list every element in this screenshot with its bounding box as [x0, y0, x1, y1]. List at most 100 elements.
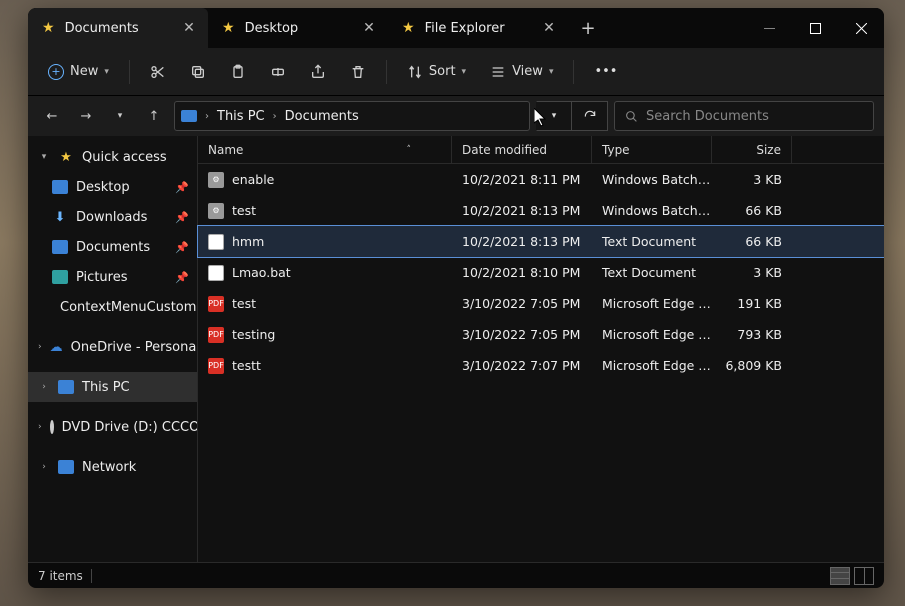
file-row[interactable]: Lmao.bat10/2/2021 8:10 PMText Document3 …	[198, 257, 884, 288]
details-view-toggle[interactable]	[830, 567, 850, 585]
file-icon: PDF	[208, 358, 224, 374]
star-icon: ★	[222, 20, 235, 36]
file-date: 10/2/2021 8:13 PM	[452, 203, 592, 218]
search-box[interactable]: Search Documents	[614, 101, 874, 131]
refresh-icon	[583, 109, 597, 123]
sidebar-item-downloads[interactable]: ⬇ Downloads 📌	[28, 202, 197, 232]
rename-button[interactable]	[260, 56, 296, 88]
file-name: enable	[232, 172, 274, 187]
column-size[interactable]: Size	[712, 136, 792, 163]
tab-strip: ★ Documents ✕ ★ Desktop ✕ ★ File Explore…	[28, 8, 746, 48]
sidebar-network[interactable]: › Network	[28, 452, 197, 482]
pin-icon: 📌	[175, 211, 189, 224]
file-row[interactable]: ⚙enable10/2/2021 8:11 PMWindows Batch Fi…	[198, 164, 884, 195]
recent-dropdown[interactable]: ▾	[106, 102, 134, 130]
tab-documents[interactable]: ★ Documents ✕	[28, 8, 208, 48]
tab-label: File Explorer	[425, 21, 530, 36]
address-history-dropdown[interactable]: ▾	[536, 101, 572, 131]
desktop-icon	[52, 180, 68, 194]
paste-button[interactable]	[220, 56, 256, 88]
file-icon: PDF	[208, 296, 224, 312]
file-type: Text Document	[592, 234, 712, 249]
tab-label: Documents	[65, 21, 170, 36]
chevron-down-icon: ▾	[462, 67, 467, 77]
chevron-right-icon: ›	[38, 422, 42, 432]
sidebar-onedrive[interactable]: › ☁ OneDrive - Personal	[28, 332, 197, 362]
pin-icon: 📌	[175, 271, 189, 284]
thumbnail-view-toggle[interactable]	[854, 567, 874, 585]
file-name: test	[232, 296, 256, 311]
sidebar-item-documents[interactable]: Documents 📌	[28, 232, 197, 262]
delete-button[interactable]	[340, 56, 376, 88]
file-listing: Name ˄ Date modified Type Size ⚙enable10…	[198, 136, 884, 562]
address-controls: ▾	[536, 101, 608, 131]
tab-desktop[interactable]: ★ Desktop ✕	[208, 8, 388, 48]
close-button[interactable]	[838, 8, 884, 48]
plus-icon: +	[48, 64, 64, 80]
sidebar-label: Downloads	[76, 210, 147, 225]
back-button[interactable]: ←	[38, 102, 66, 130]
cut-button[interactable]	[140, 56, 176, 88]
network-icon	[58, 460, 74, 474]
pin-icon: 📌	[175, 181, 189, 194]
column-date[interactable]: Date modified	[452, 136, 592, 163]
body: ▾ ★ Quick access Desktop 📌 ⬇ Downloads 📌…	[28, 136, 884, 562]
sort-button[interactable]: Sort ▾	[397, 56, 476, 88]
copy-button[interactable]	[180, 56, 216, 88]
close-tab-icon[interactable]: ✕	[180, 20, 198, 36]
close-tab-icon[interactable]: ✕	[360, 20, 378, 36]
file-row[interactable]: hmm10/2/2021 8:13 PMText Document66 KB	[198, 226, 884, 257]
sidebar-item-desktop[interactable]: Desktop 📌	[28, 172, 197, 202]
file-row[interactable]: PDFtest3/10/2022 7:05 PMMicrosoft Edge P…	[198, 288, 884, 319]
toolbar: + New ▾ Sort ▾ View	[28, 48, 884, 96]
file-date: 10/2/2021 8:10 PM	[452, 265, 592, 280]
column-type[interactable]: Type	[592, 136, 712, 163]
sidebar-quick-access[interactable]: ▾ ★ Quick access	[28, 142, 197, 172]
file-icon: ⚙	[208, 203, 224, 219]
forward-button[interactable]: →	[72, 102, 100, 130]
rename-icon	[270, 64, 286, 80]
file-size: 66 KB	[712, 203, 792, 218]
file-name: Lmao.bat	[232, 265, 291, 280]
file-name: hmm	[232, 234, 264, 249]
new-tab-button[interactable]: +	[568, 8, 608, 48]
up-button[interactable]: ↑	[140, 102, 168, 130]
navigation-row: ← → ▾ ↑ › This PC › Documents ▾ Search D…	[28, 96, 884, 136]
tab-file-explorer[interactable]: ★ File Explorer ✕	[388, 8, 568, 48]
view-button[interactable]: View ▾	[480, 56, 563, 88]
sidebar-dvd[interactable]: › DVD Drive (D:) CCCOMA_X64FRE	[28, 412, 197, 442]
file-type: Microsoft Edge P...	[592, 327, 712, 342]
refresh-button[interactable]	[572, 101, 608, 131]
chevron-right-icon: ›	[38, 382, 50, 392]
file-name: testing	[232, 327, 275, 342]
file-row[interactable]: ⚙test10/2/2021 8:13 PMWindows Batch File…	[198, 195, 884, 226]
share-button[interactable]	[300, 56, 336, 88]
address-bar[interactable]: › This PC › Documents	[174, 101, 530, 131]
sidebar-label: DVD Drive (D:) CCCOMA_X64FRE	[62, 420, 198, 435]
sidebar-label: Network	[82, 460, 136, 475]
close-tab-icon[interactable]: ✕	[540, 20, 558, 36]
minimize-button[interactable]	[746, 8, 792, 48]
sidebar-label: Documents	[76, 240, 150, 255]
file-row[interactable]: PDFtesting3/10/2022 7:05 PMMicrosoft Edg…	[198, 319, 884, 350]
column-name[interactable]: Name ˄	[198, 136, 452, 163]
sort-label: Sort	[429, 64, 456, 79]
new-button[interactable]: + New ▾	[38, 56, 119, 88]
sidebar-label: This PC	[82, 380, 130, 395]
file-date: 10/2/2021 8:13 PM	[452, 234, 592, 249]
sidebar-item-pictures[interactable]: Pictures 📌	[28, 262, 197, 292]
pictures-icon	[52, 270, 68, 284]
sidebar-this-pc[interactable]: › This PC	[28, 372, 197, 402]
breadcrumb-this-pc[interactable]: This PC	[217, 109, 265, 124]
sidebar: ▾ ★ Quick access Desktop 📌 ⬇ Downloads 📌…	[28, 136, 198, 562]
breadcrumb-documents[interactable]: Documents	[285, 109, 359, 124]
chevron-down-icon: ▾	[38, 152, 50, 162]
sidebar-item-contextmenu[interactable]: ContextMenuCustomizations	[28, 292, 197, 322]
more-button[interactable]: •••	[584, 56, 627, 88]
column-headers: Name ˄ Date modified Type Size	[198, 136, 884, 164]
pin-icon: 📌	[175, 241, 189, 254]
maximize-button[interactable]	[792, 8, 838, 48]
sidebar-label: Desktop	[76, 180, 130, 195]
sidebar-label: Pictures	[76, 270, 127, 285]
file-row[interactable]: PDFtestt3/10/2022 7:07 PMMicrosoft Edge …	[198, 350, 884, 381]
